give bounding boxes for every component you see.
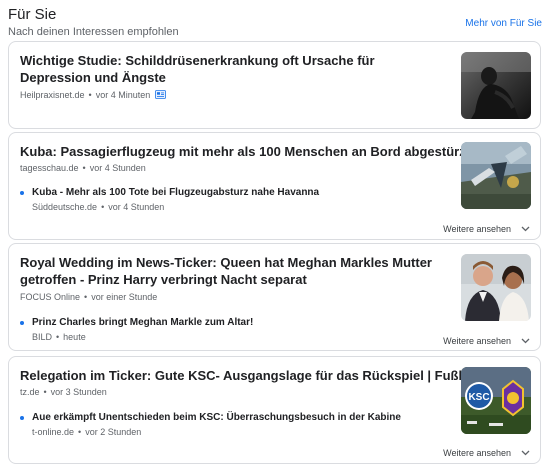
card-headline[interactable]: Wichtige Studie: Schilddrüsenerkrankung … [20,52,440,86]
club-logo-text: KSC [468,392,489,403]
card-source[interactable]: tz.de [20,387,40,397]
related-headline[interactable]: Aue erkämpft Unentschieden beim KSC: Übe… [32,412,401,424]
card-source[interactable]: Heilpraxisnet.de [20,90,85,100]
separator-dot: • [82,163,86,173]
see-more-label: Weitere ansehen [443,336,511,346]
card-meta: tz.de • vor 3 Stunden [20,387,107,398]
news-card[interactable]: Relegation im Ticker: Gute KSC- Ausgangs… [8,356,541,464]
card-headline[interactable]: Royal Wedding im News-Ticker: Queen hat … [20,254,440,288]
card-meta: tagesschau.de • vor 4 Stunden [20,163,146,174]
card-time: vor 4 Stunden [89,163,146,173]
section-subtitle: Nach deinen Interessen empfohlen [8,26,179,38]
chevron-down-icon [521,224,530,235]
see-more-label: Weitere ansehen [443,224,511,234]
card-source[interactable]: tagesschau.de [20,163,79,173]
separator-dot: • [43,387,47,397]
chevron-down-icon [521,448,530,459]
card-thumbnail[interactable]: KSC [461,367,531,434]
card-thumbnail[interactable] [461,142,531,209]
see-more-button[interactable]: Weitere ansehen [443,448,530,459]
separator-dot: • [56,332,60,342]
related-meta: t-online.de • vor 2 Stunden [32,427,141,438]
related-headline[interactable]: Kuba - Mehr als 100 Tote bei Flugzeugabs… [32,187,319,199]
separator-dot: • [88,90,92,100]
card-thumbnail[interactable] [461,254,531,321]
news-card[interactable]: Wichtige Studie: Schilddrüsenerkrankung … [8,41,541,129]
card-time: vor 4 Minuten [95,90,151,100]
see-more-button[interactable]: Weitere ansehen [443,224,530,235]
separator-dot: • [84,292,88,302]
more-for-you-link[interactable]: Mehr von Für Sie [465,18,542,30]
card-headline[interactable]: Kuba: Passagierflugzeug mit mehr als 100… [20,143,470,160]
card-time: vor 3 Stunden [50,387,107,397]
related-meta: Süddeutsche.de • vor 4 Stunden [32,202,164,213]
full-coverage-icon[interactable] [154,90,166,102]
see-more-button[interactable]: Weitere ansehen [443,336,530,347]
related-source[interactable]: BILD [32,332,52,342]
card-meta: Heilpraxisnet.de • vor 4 Minuten [20,90,166,102]
news-card[interactable]: Kuba: Passagierflugzeug mit mehr als 100… [8,132,541,240]
card-headline[interactable]: Relegation im Ticker: Gute KSC- Ausgangs… [20,367,481,384]
card-time: vor einer Stunde [91,292,158,302]
related-meta: BILD • heute [32,332,86,343]
section-title: Für Sie [8,6,57,23]
card-thumbnail[interactable] [461,52,531,119]
section-header: Für Sie Nach deinen Interessen empfohlen… [8,6,542,40]
news-card[interactable]: Royal Wedding im News-Ticker: Queen hat … [8,243,541,351]
bullet-dot [20,416,24,420]
bullet-dot [20,191,24,195]
separator-dot: • [78,427,82,437]
separator-dot: • [101,202,105,212]
bullet-dot [20,321,24,325]
related-time: vor 4 Stunden [108,202,165,212]
related-time: vor 2 Stunden [85,427,142,437]
related-source[interactable]: Süddeutsche.de [32,202,97,212]
chevron-down-icon [521,336,530,347]
related-time: heute [63,332,86,342]
card-meta: FOCUS Online • vor einer Stunde [20,292,157,303]
card-source[interactable]: FOCUS Online [20,292,80,302]
related-headline[interactable]: Prinz Charles bringt Meghan Markle zum A… [32,317,253,329]
related-source[interactable]: t-online.de [32,427,74,437]
see-more-label: Weitere ansehen [443,448,511,458]
